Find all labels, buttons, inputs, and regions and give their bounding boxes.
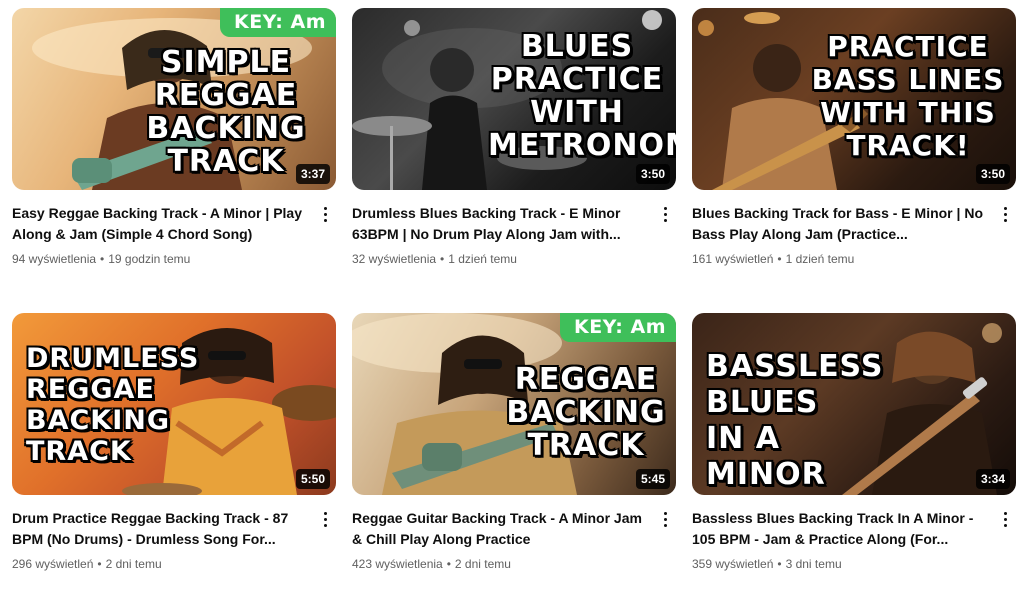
separator: • bbox=[777, 252, 782, 266]
duration-badge: 5:45 bbox=[635, 469, 670, 489]
view-count: 94 wyświetlenia bbox=[12, 252, 97, 266]
video-thumbnail[interactable]: BASSLESS BLUES IN A MINOR 3:34 bbox=[692, 313, 1016, 495]
video-stats: 94 wyświetlenia • 19 godzin temu bbox=[12, 250, 308, 268]
view-count: 32 wyświetlenia bbox=[352, 252, 437, 266]
video-card[interactable]: PRACTICE BASS LINES WITH THIS TRACK! 3:5… bbox=[692, 8, 1016, 268]
more-options-icon[interactable] bbox=[318, 508, 332, 530]
video-title[interactable]: Drum Practice Reggae Backing Track - 87 … bbox=[12, 508, 308, 550]
separator: • bbox=[440, 252, 445, 266]
duration-badge: 3:50 bbox=[635, 164, 670, 184]
thumbnail-caption: PRACTICE BASS LINES WITH THIS TRACK! bbox=[811, 30, 1005, 162]
duration-badge: 3:50 bbox=[975, 164, 1010, 184]
video-stats: 32 wyświetlenia • 1 dzień temu bbox=[352, 250, 648, 268]
video-card[interactable]: BASSLESS BLUES IN A MINOR 3:34 Bassless … bbox=[692, 313, 1016, 573]
view-count: 423 wyświetlenia bbox=[352, 557, 443, 571]
video-card[interactable]: REGGAE BACKING TRACK KEY: Am 5:45 Reggae… bbox=[352, 313, 676, 573]
video-thumbnail[interactable]: BLUES PRACTICE WITH METRONOME 3:50 bbox=[352, 8, 676, 190]
video-stats: 423 wyświetlenia • 2 dni temu bbox=[352, 555, 648, 573]
key-badge: KEY: Am bbox=[219, 8, 336, 37]
thumbnail-caption: DRUMLESS REGGAE BACKING TRACK bbox=[26, 343, 200, 467]
upload-age: 1 dzień temu bbox=[448, 252, 517, 266]
duration-badge: 5:50 bbox=[295, 469, 330, 489]
view-count: 161 wyświetleń bbox=[692, 252, 774, 266]
more-options-icon[interactable] bbox=[998, 508, 1012, 530]
more-options-icon[interactable] bbox=[658, 203, 672, 225]
separator: • bbox=[100, 252, 105, 266]
key-badge: KEY: Am bbox=[559, 313, 676, 342]
video-stats: 161 wyświetleń • 1 dzień temu bbox=[692, 250, 988, 268]
view-count: 359 wyświetleń bbox=[692, 557, 774, 571]
upload-age: 3 dni temu bbox=[785, 557, 842, 571]
separator: • bbox=[446, 557, 451, 571]
more-options-icon[interactable] bbox=[998, 203, 1012, 225]
separator: • bbox=[97, 557, 102, 571]
video-thumbnail[interactable]: PRACTICE BASS LINES WITH THIS TRACK! 3:5… bbox=[692, 8, 1016, 190]
video-thumbnail[interactable]: SIMPLE REGGAE BACKING TRACK KEY: Am 3:37 bbox=[12, 8, 336, 190]
video-title[interactable]: Easy Reggae Backing Track - A Minor | Pl… bbox=[12, 203, 308, 245]
upload-age: 1 dzień temu bbox=[785, 252, 855, 266]
video-thumbnail[interactable]: REGGAE BACKING TRACK KEY: Am 5:45 bbox=[352, 313, 676, 495]
upload-age: 2 dni temu bbox=[105, 557, 162, 571]
video-stats: 359 wyświetleń • 3 dni temu bbox=[692, 555, 988, 573]
separator: • bbox=[777, 557, 782, 571]
thumbnail-caption: BASSLESS BLUES IN A MINOR bbox=[706, 349, 884, 492]
video-stats: 296 wyświetleń • 2 dni temu bbox=[12, 555, 308, 573]
thumbnail-caption: BLUES PRACTICE WITH METRONOME bbox=[488, 29, 676, 163]
thumbnail-caption: REGGAE BACKING TRACK bbox=[506, 362, 666, 463]
view-count: 296 wyświetleń bbox=[12, 557, 94, 571]
video-thumbnail[interactable]: DRUMLESS REGGAE BACKING TRACK 5:50 bbox=[12, 313, 336, 495]
video-card[interactable]: SIMPLE REGGAE BACKING TRACK KEY: Am 3:37… bbox=[12, 8, 336, 268]
more-options-icon[interactable] bbox=[658, 508, 672, 530]
video-title[interactable]: Drumless Blues Backing Track - E Minor 6… bbox=[352, 203, 648, 245]
more-options-icon[interactable] bbox=[318, 203, 332, 225]
upload-age: 19 godzin temu bbox=[108, 252, 191, 266]
upload-age: 2 dni temu bbox=[454, 557, 511, 571]
video-card[interactable]: DRUMLESS REGGAE BACKING TRACK 5:50 Drum … bbox=[12, 313, 336, 573]
duration-badge: 3:37 bbox=[295, 164, 330, 184]
video-title[interactable]: Reggae Guitar Backing Track - A Minor Ja… bbox=[352, 508, 648, 550]
thumbnail-caption: SIMPLE REGGAE BACKING TRACK bbox=[146, 45, 306, 179]
duration-badge: 3:34 bbox=[975, 469, 1010, 489]
video-card[interactable]: BLUES PRACTICE WITH METRONOME 3:50 Druml… bbox=[352, 8, 676, 268]
video-title[interactable]: Blues Backing Track for Bass - E Minor |… bbox=[692, 203, 988, 245]
video-title[interactable]: Bassless Blues Backing Track In A Minor … bbox=[692, 508, 988, 550]
